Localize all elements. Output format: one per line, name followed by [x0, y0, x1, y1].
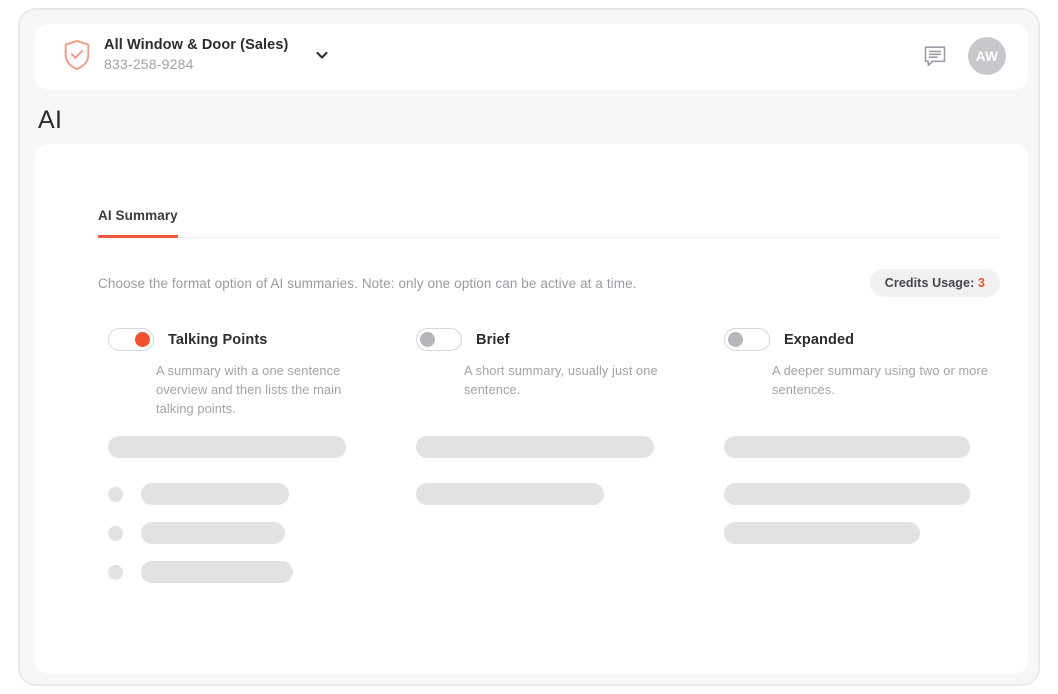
skeleton-bar [141, 561, 293, 583]
shield-check-icon [62, 39, 92, 71]
credits-usage-value: 3 [977, 276, 985, 290]
toggle-knob [728, 331, 743, 347]
option-talking-points: Talking Points A summary with a one sent… [108, 328, 416, 583]
skeleton-bullet-dot [108, 525, 123, 541]
option-description: A short summary, usually just one senten… [464, 363, 658, 397]
toggle-knob [135, 331, 150, 347]
tab-ai-summary[interactable]: AI Summary [98, 208, 178, 238]
skeleton-bar [416, 436, 654, 458]
skeleton-bar [724, 483, 970, 505]
app-window-frame: All Window & Door (Sales) 833-258-9284 A… [18, 8, 1040, 686]
credits-usage-badge: Credits Usage: 3 [869, 269, 1000, 297]
toggle-knob [420, 331, 435, 347]
option-label: Expanded [784, 331, 855, 348]
skeleton-expanded [724, 436, 1014, 544]
account-phone: 833-258-9284 [104, 56, 194, 72]
skeleton-talking-points [108, 436, 416, 583]
skeleton-bullet-row [108, 561, 416, 583]
tab-divider [98, 237, 1000, 238]
option-label: Talking Points [168, 331, 268, 348]
avatar[interactable]: AW [968, 37, 1006, 75]
skeleton-bullet-dot [108, 564, 123, 580]
option-expanded: Expanded A deeper summary using two or m… [724, 328, 1014, 583]
skeleton-bar [724, 522, 920, 544]
option-description: A summary with a one sentence overview a… [156, 363, 342, 416]
page-title: AI [38, 106, 63, 134]
description-row: Choose the format option of AI summaries… [98, 269, 1000, 297]
format-description: Choose the format option of AI summaries… [98, 275, 637, 291]
skeleton-bar [141, 483, 289, 505]
format-options-grid: Talking Points A summary with a one sent… [108, 328, 1018, 583]
skeleton-bar [416, 483, 604, 505]
chat-message-icon[interactable] [922, 43, 948, 69]
chevron-down-icon[interactable] [300, 47, 330, 63]
toggle-talking-points[interactable] [108, 328, 154, 351]
skeleton-bar [108, 436, 346, 458]
skeleton-brief [416, 436, 724, 505]
ai-summary-card: AI Summary Choose the format option of A… [34, 144, 1028, 674]
skeleton-bullet-row [108, 522, 416, 544]
top-bar: All Window & Door (Sales) 833-258-9284 A… [34, 24, 1028, 90]
skeleton-bullet-dot [108, 486, 123, 502]
toggle-brief[interactable] [416, 328, 462, 351]
skeleton-bar [141, 522, 285, 544]
toggle-expanded[interactable] [724, 328, 770, 351]
option-description: A deeper summary using two or more sente… [772, 363, 989, 397]
account-name: All Window & Door (Sales) [104, 37, 289, 53]
option-label: Brief [476, 331, 510, 348]
skeleton-bar [724, 436, 970, 458]
top-bar-actions: AW [922, 37, 1006, 75]
option-brief: Brief A short summary, usually just one … [416, 328, 724, 583]
skeleton-bullet-row [108, 483, 416, 505]
tab-bar: AI Summary [98, 208, 1000, 238]
account-switcher[interactable]: All Window & Door (Sales) 833-258-9284 [62, 37, 330, 73]
credits-usage-label: Credits Usage: [884, 276, 975, 290]
